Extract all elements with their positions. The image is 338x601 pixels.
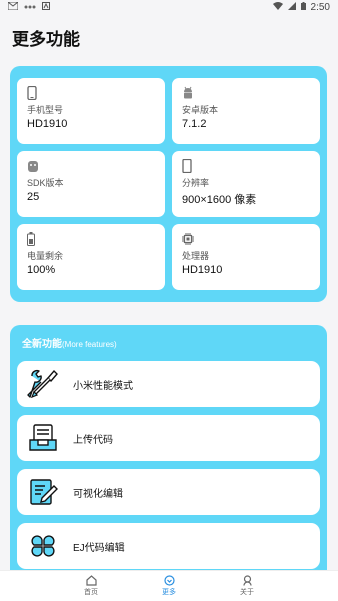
status-right: 2:50 <box>272 2 330 13</box>
info-value: HD1910 <box>27 118 68 130</box>
phone-icon <box>27 85 155 101</box>
feature-label: 上传代码 <box>73 435 113 446</box>
feature-label: 小米性能模式 <box>73 381 133 392</box>
bottom-nav: 首页 更多 关于 <box>0 570 338 601</box>
info-label: 安卓版本 <box>182 105 219 115</box>
feature-label: EJ代码编辑 <box>73 543 125 554</box>
info-value: 100% <box>27 264 56 276</box>
tools-icon <box>27 368 59 400</box>
status-left <box>7 1 50 13</box>
status-bar: 2:50 <box>0 0 338 16</box>
android-icon <box>182 86 310 100</box>
more-icon <box>149 575 189 586</box>
feature-item-upload-code[interactable]: 上传代码 <box>17 415 320 461</box>
home-icon <box>71 575 111 586</box>
features-title: 全新功能(More features) <box>22 335 117 350</box>
info-value: 900×1600 像素 <box>182 194 257 206</box>
nav-item-home[interactable]: 首页 <box>71 575 111 597</box>
nav-label: 首页 <box>84 589 98 596</box>
info-label: 分辨率 <box>182 178 210 188</box>
features-panel: 全新功能(More features) 小米性能模式 上传代码 可视化编辑 EJ… <box>10 325 327 585</box>
info-label: SDK版本 <box>27 178 64 188</box>
info-value: HD1910 <box>182 264 223 276</box>
features-subtitle: (More features) <box>62 340 117 349</box>
feature-label: 可视化编辑 <box>73 489 123 500</box>
info-label: 手机型号 <box>27 105 64 115</box>
feature-item-ej-code-editor[interactable]: EJ代码编辑 <box>17 523 320 569</box>
edit-icon <box>27 476 59 508</box>
info-card-android-version: 安卓版本 7.1.2 <box>172 78 320 144</box>
clock-time: 2:50 <box>310 2 330 13</box>
page-title: 更多功能 <box>12 30 80 49</box>
nav-label: 更多 <box>162 589 176 596</box>
sdk-icon <box>27 159 155 173</box>
features-title-text: 全新功能 <box>22 339 62 350</box>
info-value: 7.1.2 <box>182 118 207 130</box>
nav-item-more[interactable]: 更多 <box>149 575 189 597</box>
info-card-phone-model: 手机型号 HD1910 <box>17 78 165 144</box>
info-label: 电量剩余 <box>27 251 64 261</box>
battery-icon <box>27 232 155 246</box>
signal-icon <box>287 2 296 13</box>
dots-icon <box>24 2 36 13</box>
screen-icon <box>182 158 310 174</box>
upload-icon <box>27 422 59 454</box>
info-label: 处理器 <box>182 251 210 261</box>
feature-item-performance-mode[interactable]: 小米性能模式 <box>17 361 320 407</box>
info-value: 25 <box>27 191 40 203</box>
nav-item-about[interactable]: 关于 <box>227 575 267 597</box>
battery-status-icon <box>300 2 306 13</box>
clover-icon <box>27 530 59 562</box>
info-card-processor: 处理器 HD1910 <box>172 224 320 290</box>
notification-icon <box>42 2 50 13</box>
nav-label: 关于 <box>240 589 254 596</box>
info-card-battery: 电量剩余 100% <box>17 224 165 290</box>
about-icon <box>227 575 267 586</box>
mail-icon <box>7 1 19 13</box>
wifi-icon <box>272 2 283 13</box>
device-info-panel: 手机型号 HD1910 安卓版本 7.1.2 SDK版本 25 分辨率 900×… <box>10 66 327 302</box>
cpu-icon <box>182 232 310 246</box>
info-card-resolution: 分辨率 900×1600 像素 <box>172 151 320 217</box>
feature-item-visual-editor[interactable]: 可视化编辑 <box>17 469 320 515</box>
info-card-sdk-version: SDK版本 25 <box>17 151 165 217</box>
